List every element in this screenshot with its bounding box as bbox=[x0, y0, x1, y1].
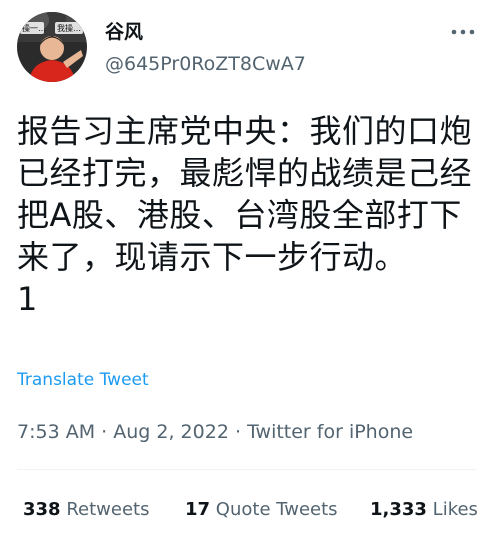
author-name[interactable]: 谷风 bbox=[105, 20, 143, 44]
avatar[interactable]: 操一… 我操… bbox=[17, 12, 87, 82]
retweets-count: 338 bbox=[23, 499, 61, 520]
divider bbox=[17, 469, 476, 470]
more-options-button[interactable] bbox=[447, 22, 479, 42]
translate-tweet-link[interactable]: Translate Tweet bbox=[17, 370, 149, 390]
tweet-metadata: 7:53 AM · Aug 2, 2022 · Twitter for iPho… bbox=[17, 420, 413, 444]
tweet-source[interactable]: Twitter for iPhone bbox=[247, 421, 413, 443]
quote-tweets-stat[interactable]: 17 Quote Tweets bbox=[185, 499, 338, 521]
tweet-text: 报告习主席党中央：我们的口炮已经打完，最彪悍的战绩是己经把A股、港股、台湾股全部… bbox=[17, 112, 473, 318]
avatar-caption-right: 我操… bbox=[57, 23, 81, 33]
avatar-image: 操一… 我操… bbox=[17, 12, 87, 82]
quote-tweets-count: 17 bbox=[185, 499, 211, 520]
retweets-label: Retweets bbox=[66, 499, 150, 520]
retweets-stat[interactable]: 338 Retweets bbox=[23, 499, 149, 521]
meta-separator: · bbox=[101, 421, 108, 443]
tweet-detail: 操一… 我操… 谷风 @645Pr0RoZT8CwA7 报告习主席党中央：我们的… bbox=[0, 0, 493, 536]
likes-stat[interactable]: 1,333 Likes bbox=[370, 499, 478, 521]
avatar-caption-left: 操一… bbox=[22, 23, 46, 33]
likes-count: 1,333 bbox=[370, 499, 427, 520]
tweet-time[interactable]: 7:53 AM bbox=[17, 421, 95, 443]
more-dots-icon bbox=[451, 29, 475, 35]
author-handle[interactable]: @645Pr0RoZT8CwA7 bbox=[105, 52, 306, 76]
tweet-date[interactable]: Aug 2, 2022 bbox=[113, 421, 229, 443]
meta-separator: · bbox=[234, 421, 242, 443]
likes-label: Likes bbox=[432, 499, 478, 520]
quote-tweets-label: Quote Tweets bbox=[215, 499, 338, 520]
